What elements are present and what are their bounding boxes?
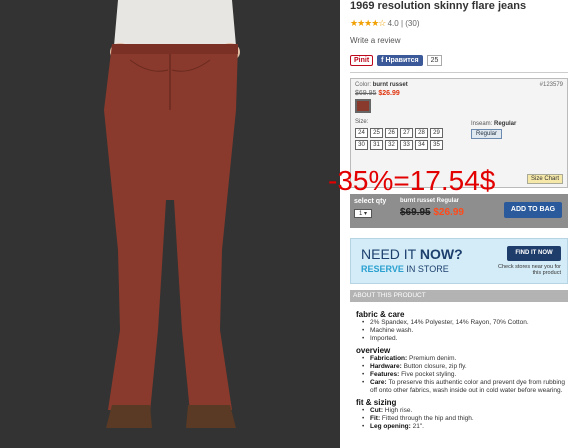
inseam-line: Inseam: Regular bbox=[471, 121, 516, 127]
about-product-header: ABOUT THIS PRODUCT bbox=[350, 290, 568, 302]
divider bbox=[350, 72, 568, 73]
list-item: Hardware: Button closure, zip fly. bbox=[362, 363, 568, 371]
inseam-label: Inseam: bbox=[471, 121, 493, 127]
color-swatch-burnt-russet[interactable] bbox=[355, 99, 371, 113]
qty-label: select qty bbox=[354, 198, 387, 205]
review-count-link[interactable]: (30) bbox=[405, 19, 419, 28]
list-item: 2% Spandex, 14% Polyester, 14% Rayon, 70… bbox=[362, 319, 568, 327]
reserve-in-store-text: RESERVE IN STORE bbox=[361, 264, 449, 274]
size-option[interactable]: 24 bbox=[355, 128, 368, 138]
list-item: Imported. bbox=[362, 335, 568, 343]
list-item: Machine wash. bbox=[362, 327, 568, 335]
size-option[interactable]: 35 bbox=[430, 140, 443, 150]
size-option[interactable]: 25 bbox=[370, 128, 383, 138]
facebook-like-label: Нравится bbox=[385, 57, 419, 64]
add-to-bag-button[interactable]: ADD TO BAG bbox=[504, 202, 562, 218]
size-chart-link[interactable]: Size Chart bbox=[526, 174, 563, 184]
fit-sizing-heading: fit & sizing bbox=[356, 398, 397, 407]
selected-item: burnt russet Regular bbox=[400, 198, 460, 204]
qty-select[interactable]: 1 ▾ bbox=[354, 209, 372, 218]
fabric-care-heading: fabric & care bbox=[356, 310, 405, 319]
star-rating-icon[interactable]: ★★★★☆ bbox=[350, 18, 386, 28]
size-option[interactable]: 29 bbox=[430, 128, 443, 138]
list-item: Leg opening: 21". bbox=[362, 423, 568, 431]
size-option[interactable]: 33 bbox=[400, 140, 413, 150]
sale-price: $26.99 bbox=[378, 90, 400, 97]
product-photo[interactable] bbox=[0, 0, 340, 448]
product-title: 1969 resolution skinny flare jeans bbox=[350, 0, 527, 12]
inseam-regular-button[interactable]: Regular bbox=[471, 129, 503, 139]
overview-heading: overview bbox=[356, 346, 391, 355]
pinterest-button[interactable]: Pinit bbox=[350, 55, 374, 66]
chevron-down-icon: ▾ bbox=[364, 211, 368, 217]
color-value: burnt russet bbox=[372, 82, 408, 88]
size-option[interactable]: 32 bbox=[385, 140, 398, 150]
social-buttons: Pinit f Нравится 25 bbox=[350, 55, 443, 66]
discount-annotation: -35%=17.54$ bbox=[328, 165, 496, 196]
color-label: Color: bbox=[355, 82, 372, 88]
size-option[interactable]: 27 bbox=[400, 128, 413, 138]
find-it-now-button[interactable]: FIND IT NOW bbox=[507, 246, 561, 261]
find-it-now-subtext: Check stores near you for this product bbox=[498, 264, 561, 276]
qty-value: 1 bbox=[358, 211, 363, 217]
original-price: $69.95 bbox=[355, 90, 377, 97]
size-selector: 24 25 26 27 28 29 30 31 32 33 34 35 bbox=[355, 128, 455, 150]
list-item: Cut: High rise. bbox=[362, 407, 568, 415]
size-option[interactable]: 30 bbox=[355, 140, 368, 150]
rating-value: 4.0 bbox=[387, 19, 399, 28]
size-option[interactable]: 34 bbox=[415, 140, 428, 150]
about-product-content: fabric & care 2% Spandex, 14% Polyester,… bbox=[356, 307, 568, 431]
model-wearing-jeans-image bbox=[0, 0, 340, 448]
color-line: Color: burnt russet bbox=[355, 82, 408, 88]
list-item: Features: Five pocket styling. bbox=[362, 371, 568, 379]
buy-prices: $69.95 $26.99 bbox=[400, 207, 464, 218]
buy-sale-price: $26.99 bbox=[433, 207, 464, 218]
list-item: Care: To preserve this authentic color a… bbox=[362, 379, 568, 395]
inseam-value: Regular bbox=[494, 121, 517, 127]
size-option[interactable]: 31 bbox=[370, 140, 383, 150]
size-option[interactable]: 28 bbox=[415, 128, 428, 138]
add-to-bag-bar: select qty 1 ▾ burnt russet Regular $69.… bbox=[350, 194, 568, 228]
buy-original-price: $69.95 bbox=[400, 207, 431, 218]
rating-row: ★★★★☆ 4.0 | (30) bbox=[350, 18, 420, 28]
sku-number: #123579 bbox=[539, 82, 563, 88]
facebook-like-count: 25 bbox=[426, 55, 443, 66]
fabric-care-list: 2% Spandex, 14% Polyester, 14% Rayon, 70… bbox=[362, 319, 568, 343]
option-price: $69.95 $26.99 bbox=[355, 90, 400, 97]
size-label: Size: bbox=[355, 119, 369, 125]
fit-sizing-list: Cut: High rise. Fit: Fitted through the … bbox=[362, 407, 568, 431]
list-item: Fit: Fitted through the hip and thigh. bbox=[362, 415, 568, 423]
write-review-link[interactable]: Write a review bbox=[350, 36, 401, 45]
facebook-like-button[interactable]: f Нравится bbox=[377, 55, 423, 66]
reserve-in-store-banner[interactable]: NEED IT NOW? RESERVE IN STORE FIND IT NO… bbox=[350, 238, 568, 284]
size-option[interactable]: 26 bbox=[385, 128, 398, 138]
list-item: Fabrication: Premium denim. bbox=[362, 355, 568, 363]
overview-list: Fabrication: Premium denim. Hardware: Bu… bbox=[362, 355, 568, 395]
need-it-now-heading: NEED IT NOW? bbox=[361, 246, 463, 262]
